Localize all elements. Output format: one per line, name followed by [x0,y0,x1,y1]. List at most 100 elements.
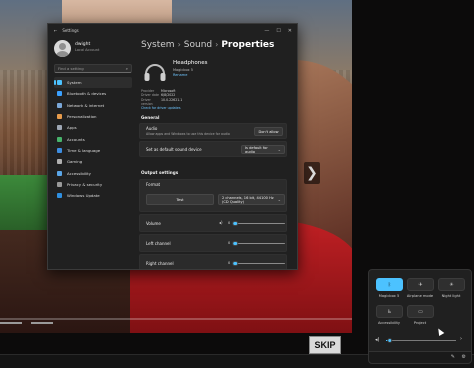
default-device-card: Set as default sound device Is default f… [139,141,287,157]
tile-project-label: Project [413,321,427,325]
back-arrow-icon[interactable]: ← [54,28,57,33]
quick-volume-slider[interactable] [386,337,456,344]
tile-night-light-label: Night light [441,294,461,298]
window-title: Settings [62,28,79,33]
device-model: Magicbox 5 [173,68,193,72]
edit-pencil-icon[interactable]: ✎ [451,354,455,360]
tile-project[interactable]: ▭ [407,305,434,318]
next-arrow-button[interactable]: ❯ [304,162,320,184]
volume-card: Volume ◂) 0 [139,214,287,232]
default-device-dropdown[interactable]: Is default for audio ⌄ [241,145,285,154]
avatar[interactable] [54,40,71,57]
sidebar-item-gaming[interactable]: Gaming [54,156,132,167]
audio-card: Audio Allow apps and Windows to use this… [139,123,287,139]
airplane-icon: ✈ [418,281,423,288]
prop-key: Driver version [141,97,153,106]
close-button[interactable]: ✕ [288,28,292,34]
nav-item-icon [57,114,62,120]
nav-item-icon [57,125,62,131]
sidebar-item-accounts[interactable]: Accounts [54,133,132,144]
rename-link[interactable]: Rename [173,73,187,77]
default-device-label: Set as default sound device [146,147,202,152]
device-name: Headphones [173,60,208,66]
left-channel-thumb[interactable] [232,240,238,247]
nav-item-icon [57,193,62,199]
minimize-button[interactable]: — [264,28,269,34]
right-channel-card: Right channel 0 [139,254,287,269]
breadcrumb-separator-icon: › [177,40,181,49]
audio-output-arrow-icon[interactable]: › [460,336,462,342]
right-channel-value: 0 [228,261,231,265]
format-dropdown[interactable]: 2 channels, 16 bit, 44100 Hz (CD Quality… [218,194,285,205]
left-channel-value: 0 [228,241,231,245]
sidebar-item-label: Windows Update [67,193,100,199]
breadcrumb-sound[interactable]: Sound [184,40,212,50]
test-button[interactable]: Test [146,194,214,205]
default-device-value: Is default for audio [245,145,268,154]
breadcrumb: System › Sound › Properties [141,40,274,50]
sidebar: dwight Local Account Find a setting ⌕ Sy… [48,37,136,269]
volume-slider[interactable] [232,220,285,227]
accessibility-icon: ♿ [387,308,392,315]
speaker-icon[interactable]: ◂) [219,220,223,225]
tile-airplane-label: Airplane mode [406,294,434,298]
speaker-icon[interactable]: ◂) [375,337,379,343]
progress-segment [0,322,22,324]
prop-value: 10.0.22621.1 [161,97,183,102]
page-title: Properties [221,40,275,50]
sidebar-item-privacy-security[interactable]: Privacy & security [54,179,132,190]
tile-accessibility-label: Accessibility [377,321,401,325]
sidebar-item-time-language[interactable]: Time & language [54,145,132,156]
video-progress-bar[interactable] [0,318,352,320]
chevron-right-icon: ❯ [306,165,318,181]
nav-item-icon [57,181,62,187]
tile-night-light[interactable]: ☀ [438,278,465,291]
quick-volume-thumb[interactable] [386,337,393,344]
tile-airplane-mode[interactable]: ✈ [407,278,434,291]
sidebar-item-system[interactable]: System [54,77,132,89]
left-channel-card: Left channel 0 [139,234,287,252]
volume-slider-thumb[interactable] [232,220,238,227]
nav-item-icon [57,136,62,142]
sidebar-item-bluetooth-devices[interactable]: Bluetooth & devices [54,88,132,99]
sidebar-item-label: Apps [67,125,77,131]
nav-item-icon [57,159,62,165]
nav-item-icon [57,80,62,86]
check-driver-updates-link[interactable]: Check for driver updates [141,106,181,110]
left-channel-slider[interactable] [232,240,285,247]
sidebar-item-label: Accounts [67,136,85,142]
project-icon: ▭ [418,308,423,315]
right-channel-label: Right channel [146,261,174,266]
sidebar-item-label: System [67,80,82,86]
search-icon: ⌕ [125,66,128,71]
progress-segment [31,322,53,324]
breadcrumb-system[interactable]: System [141,40,175,50]
right-channel-thumb[interactable] [232,260,238,267]
sidebar-item-label: Personalization [67,114,97,120]
sidebar-item-accessibility[interactable]: Accessibility [54,167,132,178]
right-channel-slider[interactable] [232,260,285,267]
sidebar-item-personalization[interactable]: Personalization [54,111,132,122]
tile-accessibility[interactable]: ♿ [376,305,403,318]
tile-bluetooth[interactable]: ᛒ [376,278,403,291]
sidebar-nav: System Bluetooth & devices Network & inter… [54,77,132,201]
bluetooth-icon: ᛒ [387,281,391,288]
maximize-button[interactable]: ☐ [276,28,280,34]
sidebar-item-label: Accessibility [67,170,91,176]
gear-icon[interactable]: ⚙ [462,354,466,360]
skip-button[interactable]: SKIP [309,336,341,354]
sidebar-item-network-internet[interactable]: Network & internet [54,100,132,111]
sidebar-item-windows-update[interactable]: Windows Update [54,190,132,201]
audio-description: Allow apps and Windows to use this devic… [146,132,230,136]
nav-item-icon [57,147,62,153]
sidebar-item-label: Gaming [67,159,83,165]
headphones-icon [144,64,166,81]
nav-item-icon [57,91,62,97]
dont-allow-button[interactable]: Don't allow [254,127,283,136]
quick-settings-panel: ᛒ ✈ ☀ Magicbox 5 Airplane mode Night lig… [368,269,472,364]
search-placeholder: Find a setting [58,66,84,71]
settings-window: ← Settings — ☐ ✕ dwight Local Account Fi… [47,23,298,270]
search-input[interactable]: Find a setting ⌕ [54,64,132,73]
sidebar-item-apps[interactable]: Apps [54,122,132,133]
volume-value: 0 [228,221,231,225]
